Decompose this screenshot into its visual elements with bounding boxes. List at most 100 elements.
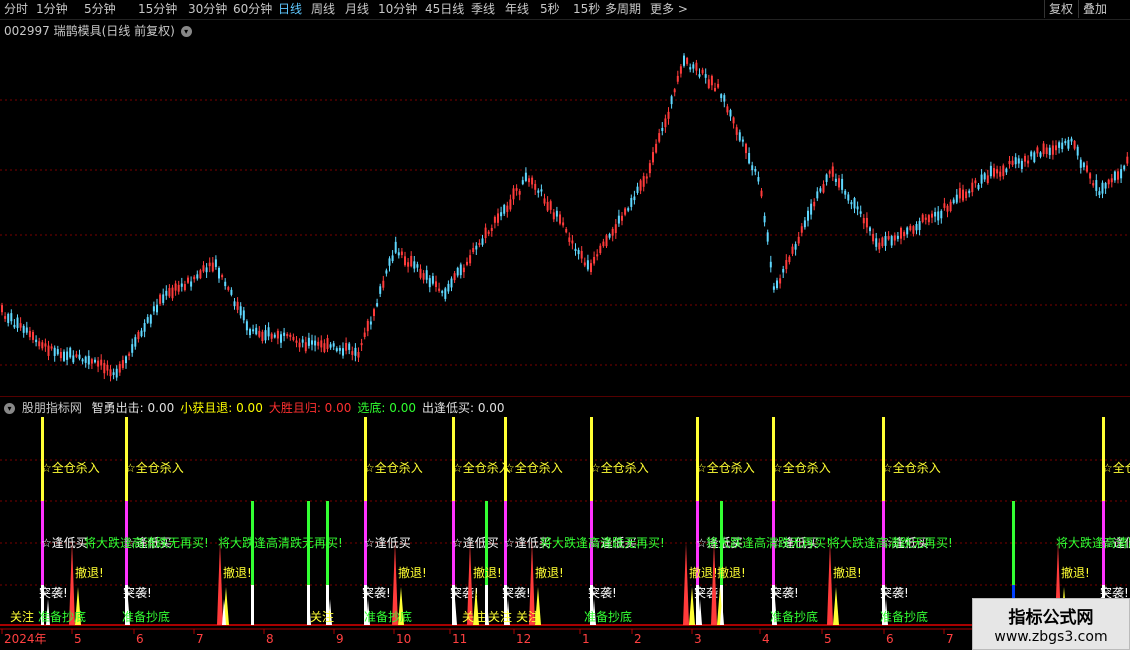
candle-body (239, 306, 242, 316)
candle-body (137, 332, 140, 340)
period-tab-60min[interactable]: 60分钟 (233, 1, 272, 18)
candle-body (971, 182, 974, 193)
period-tab-weekly[interactable]: 周线 (311, 1, 335, 18)
candle-body (270, 333, 273, 339)
candle-body (289, 334, 292, 337)
signal-label-guanzhu: 关注 (516, 609, 540, 624)
period-tab-15sec[interactable]: 15秒 (573, 1, 600, 18)
candle-body (143, 323, 146, 332)
candle-body (81, 359, 84, 362)
candle-body (1008, 160, 1011, 165)
candle-body (456, 267, 459, 276)
candle-body (506, 205, 509, 212)
candle-body (75, 354, 78, 357)
signal-label-quancang: ☆全仓杀入 (364, 460, 423, 475)
candle-body (642, 176, 645, 187)
period-tab-monthly[interactable]: 月线 (345, 1, 369, 18)
candle-body (565, 229, 568, 233)
candle-body (298, 342, 301, 348)
candle-body (183, 284, 186, 291)
axis-label: 6 (886, 632, 894, 646)
watermark-title: 指标公式网 (1008, 608, 1094, 628)
candle-body (900, 227, 902, 239)
candle-body (1027, 160, 1030, 164)
candle-body (444, 288, 447, 299)
period-tab-5sec[interactable]: 5秒 (540, 1, 560, 18)
overlay-button[interactable]: 叠加 (1078, 0, 1111, 18)
candle-body (478, 242, 481, 246)
period-tab-quarterly[interactable]: 季线 (471, 1, 495, 18)
period-tab-multi[interactable]: 多周期 (605, 1, 641, 18)
candle-body (717, 83, 720, 88)
candle-body (813, 201, 816, 207)
candle-body (958, 188, 961, 199)
candle-body (686, 57, 689, 64)
candle-body (915, 224, 918, 231)
candle-body (441, 290, 444, 294)
signal-label-tupo: 突袭! (39, 585, 68, 600)
candle-body (490, 227, 493, 231)
candle-body (698, 74, 701, 77)
candle-body (896, 235, 899, 239)
axis-label: 10 (396, 632, 411, 646)
axis-label: 8 (266, 632, 274, 646)
period-tab-45day[interactable]: 45日线 (425, 1, 464, 18)
candle-body (884, 236, 887, 246)
candle-body (636, 186, 639, 193)
candle-body (782, 269, 785, 273)
candle-body (810, 203, 813, 215)
signal-label-fengdi: ☆逢低买 (452, 536, 499, 550)
candle-body (745, 143, 747, 154)
candle-body (850, 202, 853, 205)
signal-label-guanzhu: 关注 (488, 609, 512, 624)
more-periods-button[interactable]: 更多 > (650, 1, 688, 18)
candle-body (776, 280, 778, 289)
indicator-panel[interactable]: ▾ 股朋指标网 智勇出击: 0.00 小获且退: 0.00 大胜且归: 0.00 选底… (0, 396, 1130, 629)
candle-body (509, 199, 512, 210)
candle-body (599, 245, 602, 254)
signal-bar-yellow (41, 417, 44, 501)
candle-body (571, 240, 574, 244)
period-tab-10min[interactable]: 10分钟 (378, 1, 417, 18)
period-tab-1min[interactable]: 1分钟 (36, 1, 68, 18)
period-tab-yearly[interactable]: 年线 (505, 1, 529, 18)
candle-body (180, 283, 183, 287)
candle-body (1117, 171, 1119, 180)
period-tab-5min[interactable]: 5分钟 (84, 1, 116, 18)
candle-body (16, 317, 19, 329)
candle-body (394, 241, 397, 253)
candle-body (655, 143, 658, 153)
candle-body (1104, 183, 1107, 189)
axis-label: 6 (136, 632, 144, 646)
candle-body (428, 278, 431, 288)
candle-body (757, 177, 760, 182)
adjust-price-button[interactable]: 复权 (1044, 0, 1077, 18)
candle-body (118, 364, 121, 373)
candle-body (242, 310, 245, 321)
period-tab-daily[interactable]: 日线 (278, 1, 302, 18)
candle-body (875, 238, 878, 247)
candle-body (602, 241, 605, 247)
candle-body (1058, 142, 1061, 148)
axis-label: 4 (762, 632, 770, 646)
signal-label-zhunbei: 准备抄底 (880, 609, 928, 624)
candle-body (311, 340, 313, 345)
period-tab-15min[interactable]: 15分钟 (138, 1, 177, 18)
candle-body (735, 127, 738, 135)
candle-body (720, 94, 723, 99)
price-chart-panel[interactable]: 002997 瑞鹊模具(日线 前复权) ▾ (0, 20, 1130, 396)
candle-body (472, 247, 475, 252)
candle-body (679, 66, 682, 74)
candle-body (825, 174, 828, 182)
candle-body (459, 264, 462, 276)
candle-body (847, 194, 850, 201)
candle-body (109, 369, 112, 377)
candle-body (363, 332, 366, 337)
candle-body (621, 215, 623, 221)
candle-body (689, 67, 692, 70)
period-tab-fenshi[interactable]: 分时 (4, 1, 28, 18)
candle-body (1082, 162, 1085, 168)
candle-body (1011, 160, 1014, 165)
signal-label-chetui: 撤退! (223, 565, 252, 580)
period-tab-30min[interactable]: 30分钟 (188, 1, 227, 18)
